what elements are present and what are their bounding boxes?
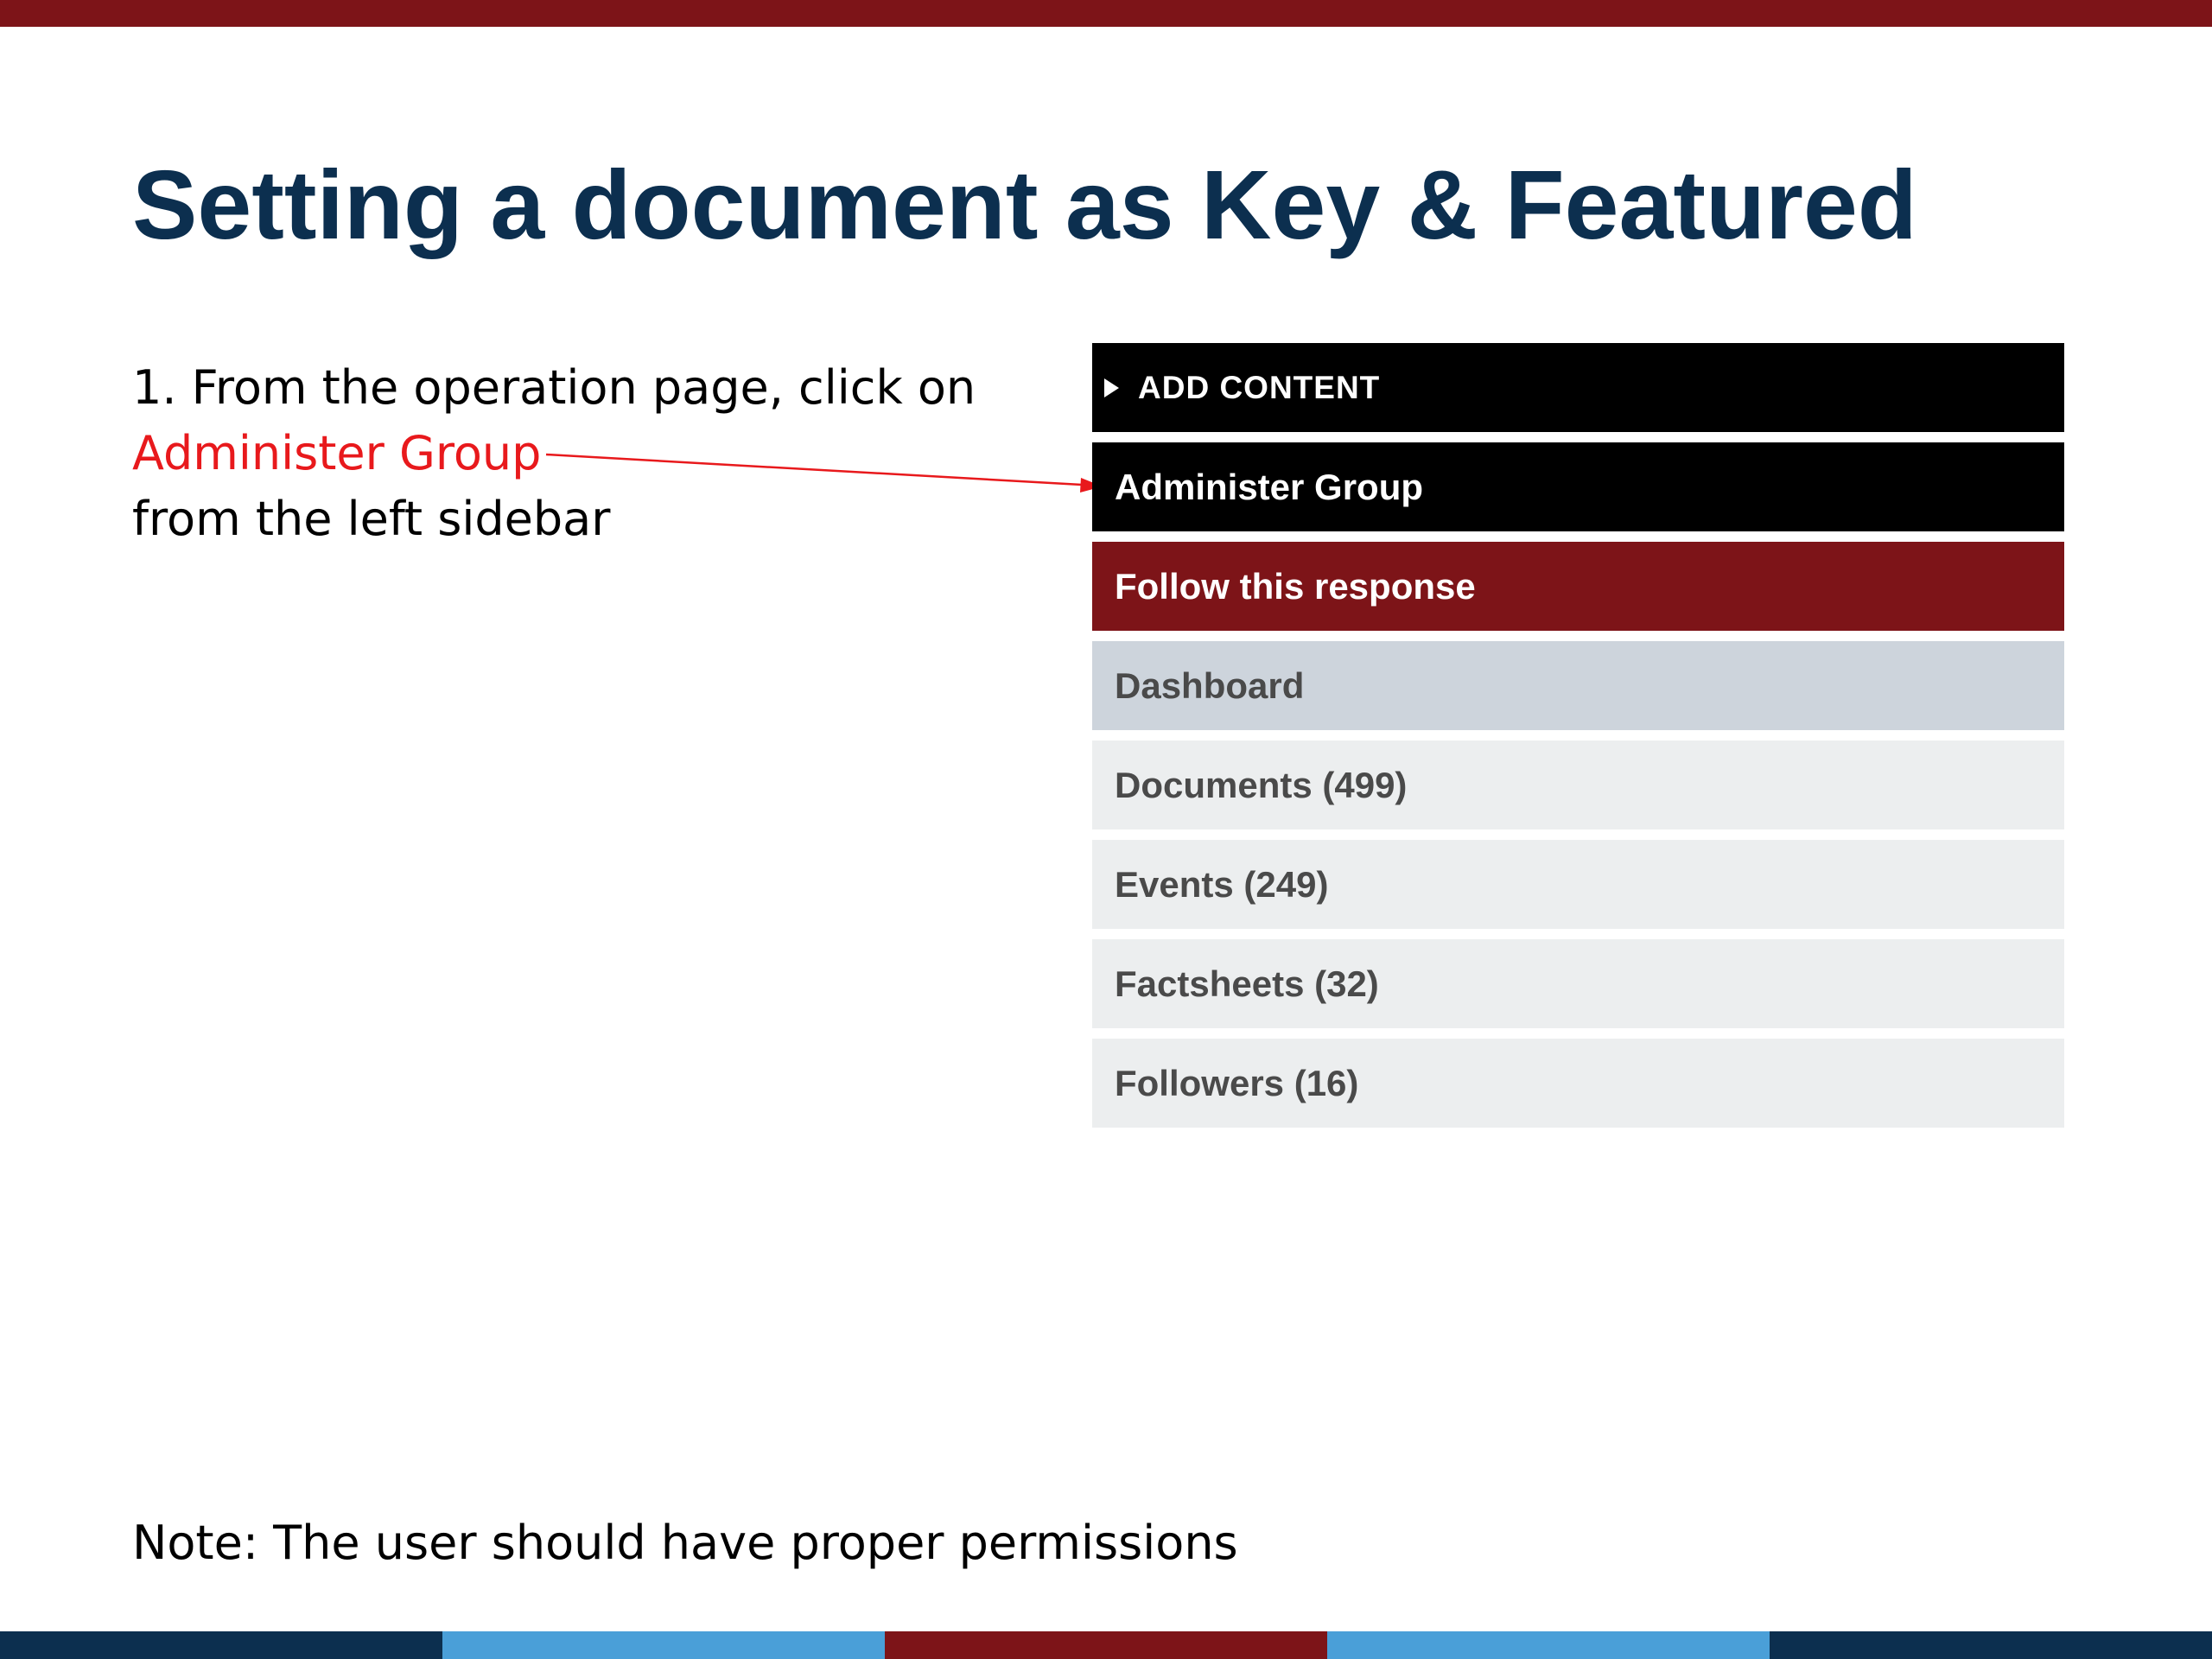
- instruction-highlight: Administer Group: [132, 426, 542, 480]
- instruction-line-3: from the left sidebar: [132, 492, 611, 546]
- triangle-right-icon: [1104, 378, 1119, 397]
- add-content-toggle[interactable]: ADD CONTENT: [1092, 343, 2064, 432]
- left-sidebar: ADD CONTENT Administer Group Follow this…: [1092, 343, 2064, 1138]
- bottom-stripe-1: [0, 1631, 442, 1659]
- sidebar-item-factsheets[interactable]: Factsheets (32): [1092, 939, 2064, 1028]
- sidebar-item-events[interactable]: Events (249): [1092, 840, 2064, 929]
- factsheets-label: Factsheets (32): [1115, 963, 1379, 1004]
- add-content-label: ADD CONTENT: [1138, 369, 1381, 405]
- bottom-stripe-2: [442, 1631, 885, 1659]
- sidebar-item-followers[interactable]: Followers (16): [1092, 1039, 2064, 1128]
- top-accent-bar: [0, 0, 2212, 27]
- slide-title: Setting a document as Key & Featured: [132, 150, 1917, 259]
- sidebar-item-dashboard[interactable]: Dashboard: [1092, 641, 2064, 730]
- permissions-note: Note: The user should have proper permis…: [132, 1516, 1238, 1570]
- administer-group-label: Administer Group: [1115, 466, 1424, 507]
- bottom-accent-bar: [0, 1631, 2212, 1659]
- sidebar-item-documents[interactable]: Documents (499): [1092, 741, 2064, 830]
- instruction-text: 1. From the operation page, click on Adm…: [132, 355, 976, 552]
- follow-response-button[interactable]: Follow this response: [1092, 542, 2064, 631]
- follow-response-label: Follow this response: [1115, 565, 1476, 607]
- events-label: Events (249): [1115, 863, 1329, 905]
- administer-group-button[interactable]: Administer Group: [1092, 442, 2064, 531]
- bottom-stripe-3: [885, 1631, 1327, 1659]
- dashboard-label: Dashboard: [1115, 664, 1305, 706]
- instruction-line-1: 1. From the operation page, click on: [132, 360, 976, 415]
- followers-label: Followers (16): [1115, 1062, 1359, 1103]
- bottom-stripe-4: [1327, 1631, 1770, 1659]
- slide: Setting a document as Key & Featured 1. …: [0, 0, 2212, 1659]
- bottom-stripe-5: [1770, 1631, 2212, 1659]
- documents-label: Documents (499): [1115, 764, 1408, 805]
